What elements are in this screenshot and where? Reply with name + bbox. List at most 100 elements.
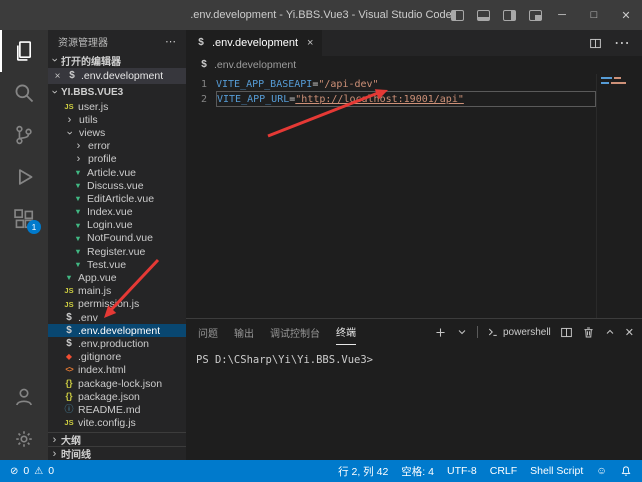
tree-item-Article.vue[interactable]: ▼Article.vue [48,166,186,179]
project-name: YI.BBS.VUE3 [61,87,123,98]
env-file-icon: $ [63,313,75,323]
accounts-icon[interactable] [0,376,48,418]
explorer-icon[interactable] [0,30,48,72]
terminal-shell-picker[interactable]: powershell [487,326,551,338]
tree-item-EditArticle.vue[interactable]: ▼EditArticle.vue [48,192,186,205]
toggle-panel-icon[interactable] [477,10,490,21]
tree-item-package.json[interactable]: {}package.json [48,390,186,403]
code-area[interactable]: 1VITE_APP_BASEAPI="/api-dev"2VITE_APP_UR… [186,74,596,107]
file-label: .env.development [78,325,160,337]
outline-section-header[interactable]: › 大纲 [48,432,186,446]
cursor-position[interactable]: 行 2, 列 42 [338,464,388,479]
maximize-panel-icon[interactable] [604,326,616,338]
breadcrumb[interactable]: $ .env.development [186,56,642,74]
more-actions-icon[interactable]: ⋯ [165,35,176,48]
status-bar: ⊘ 0 ⚠ 0 行 2, 列 42 空格: 4 UTF-8 CRLF Shell… [0,460,642,482]
project-section-header[interactable]: › YI.BBS.VUE3 [48,84,186,100]
code-line-2[interactable]: 2VITE_APP_URL="http://localhost:19001/ap… [186,92,596,107]
chevron-right-icon: › [48,434,61,446]
panel-tab-1[interactable]: 输出 [234,319,254,345]
tree-item-profile[interactable]: ›profile [48,153,186,166]
git-file-icon: ◆ [63,353,75,361]
indentation-setting[interactable]: 空格: 4 [401,464,434,479]
language-mode[interactable]: Shell Script [530,465,583,477]
bottom-panel: 问题输出调试控制台终端 powershell ✕ PS D:\CSharp\Yi… [186,318,642,460]
close-icon[interactable]: × [52,71,63,82]
close-button[interactable]: ✕ [610,0,642,30]
minimize-button[interactable]: ─ [546,0,578,30]
terminal-output[interactable]: PS D:\CSharp\Yi\Yi.BBS.Vue3> [186,345,642,375]
js-file-icon: JS [63,301,75,309]
file-label: Test.vue [87,259,126,271]
open-editors-header[interactable]: › 打开的编辑器 [48,52,186,68]
chevron-down-icon: › [49,54,61,67]
tree-item-.env.production[interactable]: $.env.production [48,337,186,350]
tree-item-.env.development[interactable]: $.env.development [48,324,186,337]
extensions-icon[interactable]: 1 [0,198,48,240]
eol-setting[interactable]: CRLF [490,465,517,477]
run-debug-icon[interactable] [0,156,48,198]
kill-terminal-trash-icon[interactable] [582,326,595,339]
file-label: views [79,127,105,139]
tree-item-Register.vue[interactable]: ▼Register.vue [48,245,186,258]
env-file-icon: $ [63,339,75,349]
more-actions-icon[interactable]: ⋯ [614,33,630,53]
minimap[interactable] [596,74,642,318]
tree-item-App.vue[interactable]: ▼App.vue [48,271,186,284]
vue-file-icon: ▼ [72,248,84,256]
tree-item-user.js[interactable]: JSuser.js [48,100,186,113]
tree-item-.gitignore[interactable]: ◆.gitignore [48,351,186,364]
file-label: Login.vue [87,219,133,231]
split-editor-icon[interactable] [589,37,602,50]
json-file-icon: {} [63,379,75,388]
split-terminal-icon[interactable] [560,326,573,339]
tree-item-.env[interactable]: $.env [48,311,186,324]
error-count: 0 [23,465,29,477]
toggle-sidebar-icon[interactable] [451,10,464,21]
encoding-setting[interactable]: UTF-8 [447,465,477,477]
tree-item-package-lock.json[interactable]: {}package-lock.json [48,377,186,390]
tree-item-Discuss.vue[interactable]: ▼Discuss.vue [48,179,186,192]
explorer-title: 资源管理器 [58,34,108,49]
launch-profile-chevron-icon[interactable] [456,326,468,338]
chevron-right-icon: › [72,153,85,165]
tree-item-utils[interactable]: ›utils [48,113,186,126]
tree-item-index.html[interactable]: <>index.html [48,364,186,377]
close-icon[interactable]: × [307,37,313,49]
maximize-button[interactable]: □ [578,0,610,30]
panel-tab-0[interactable]: 问题 [198,319,218,345]
search-icon[interactable] [0,72,48,114]
tree-item-Test.vue[interactable]: ▼Test.vue [48,258,186,271]
timeline-section-header[interactable]: › 时间线 [48,446,186,460]
notifications-bell-icon[interactable] [620,465,632,477]
tree-item-NotFound.vue[interactable]: ▼NotFound.vue [48,232,186,245]
tree-item-vite.config.js[interactable]: JSvite.config.js [48,417,186,430]
minimap-line [601,77,638,79]
settings-gear-icon[interactable] [0,418,48,460]
code-line-1[interactable]: 1VITE_APP_BASEAPI="/api-dev" [186,77,596,92]
panel-tab-3[interactable]: 终端 [336,319,356,345]
panel-tab-2[interactable]: 调试控制台 [270,319,320,345]
tree-item-Index.vue[interactable]: ▼Index.vue [48,206,186,219]
tree-item-README.md[interactable]: ⓘREADME.md [48,403,186,416]
tree-item-Login.vue[interactable]: ▼Login.vue [48,219,186,232]
toggle-secondary-sidebar-icon[interactable] [503,10,516,21]
problems-status[interactable]: ⊘ 0 ⚠ 0 [10,465,54,477]
new-terminal-icon[interactable] [434,326,447,339]
file-label: utils [79,114,98,126]
tree-item-error[interactable]: ›error [48,140,186,153]
feedback-smiley-icon[interactable]: ☺ [596,465,607,477]
close-panel-icon[interactable]: ✕ [625,326,634,339]
source-control-icon[interactable] [0,114,48,156]
tree-item-permission.js[interactable]: JSpermission.js [48,298,186,311]
customize-layout-icon[interactable] [529,10,542,21]
breadcrumb-item[interactable]: .env.development [214,59,296,71]
file-label: Index.vue [87,206,133,218]
tab-env-development[interactable]: $ .env.development × [186,30,322,56]
open-editor-item[interactable]: × $ .env.development [48,68,186,84]
activity-bar: 1 [0,30,48,460]
extensions-badge: 1 [27,220,41,234]
tree-item-main.js[interactable]: JSmain.js [48,285,186,298]
tree-item-views[interactable]: ›views [48,126,186,139]
info-file-icon: ⓘ [63,405,75,414]
